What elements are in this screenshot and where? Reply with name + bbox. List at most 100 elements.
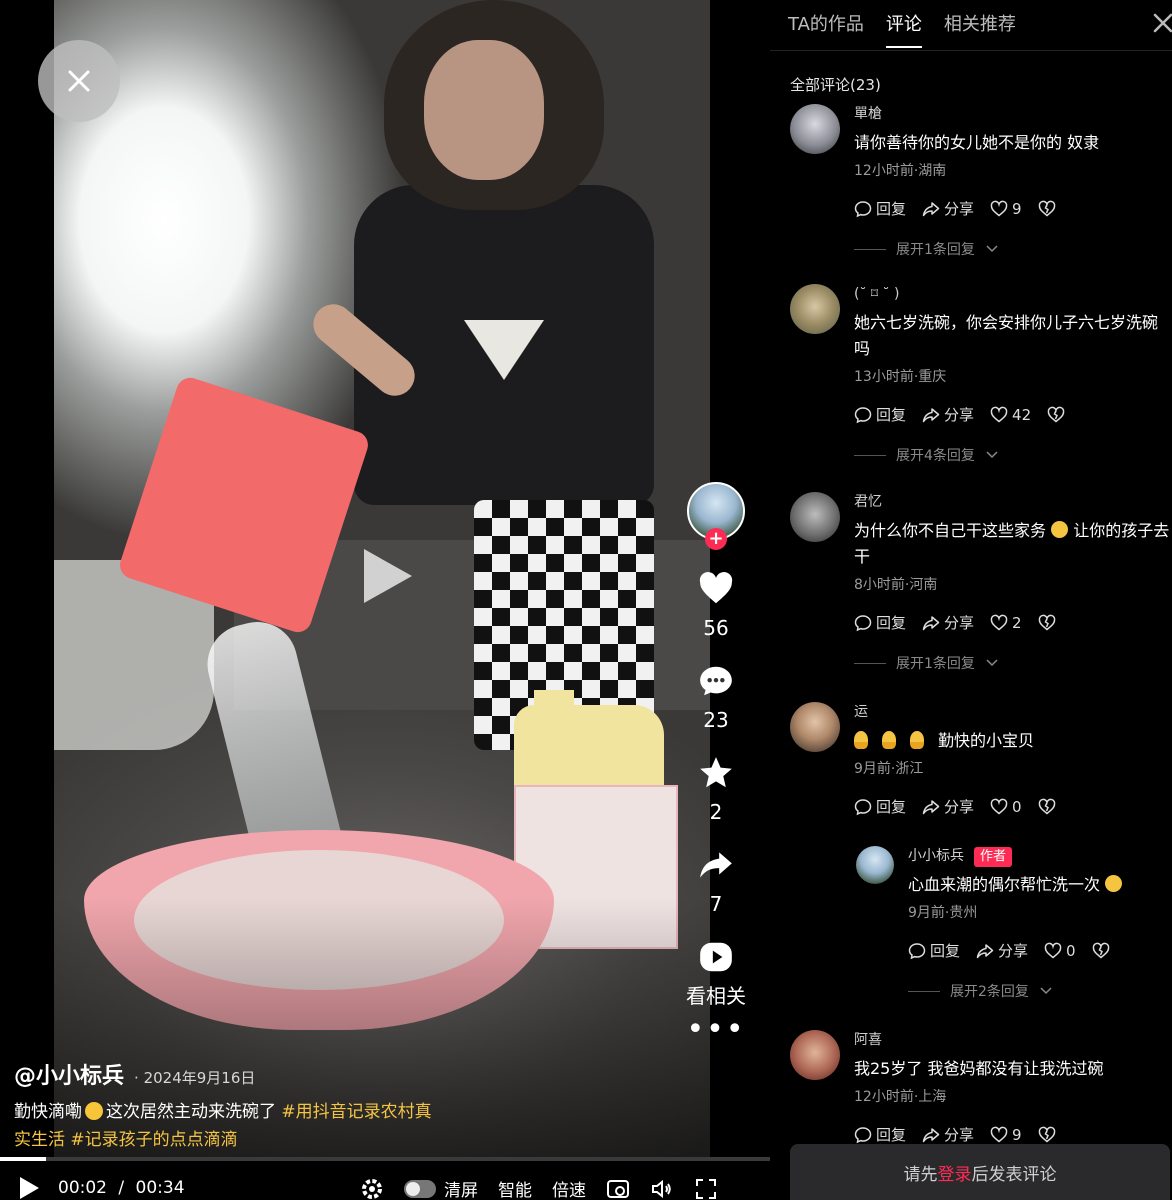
panel-tabs: TA的作品 评论 相关推荐 — [788, 10, 1016, 48]
share-button[interactable]: 分享 — [922, 796, 974, 817]
expand-replies-button[interactable]: 展开1条回复 — [854, 653, 1170, 673]
share-arrow-icon — [976, 943, 994, 958]
like-button[interactable]: 2 — [990, 614, 1022, 632]
favorite-count: 2 — [709, 800, 723, 824]
related-button[interactable]: 看相关 — [680, 938, 752, 1008]
reply-button[interactable]: 回复 — [908, 940, 960, 961]
comment-icon — [680, 662, 752, 700]
related-label: 看相关 — [686, 984, 746, 1008]
like-count: 56 — [703, 616, 729, 640]
like-button[interactable]: 9 — [990, 1126, 1022, 1144]
play-icon — [364, 549, 412, 603]
close-panel-button[interactable] — [1150, 10, 1172, 36]
speed-label: 倍速 — [552, 1181, 586, 1200]
share-button[interactable]: 分享 — [922, 612, 974, 633]
avatar[interactable] — [856, 846, 894, 884]
fullscreen-icon — [696, 1178, 716, 1199]
time-separator: / — [118, 1178, 125, 1198]
progress-bar[interactable] — [0, 1157, 770, 1161]
reply-button[interactable]: 回复 — [854, 612, 906, 633]
dislike-button[interactable] — [1047, 406, 1065, 424]
settings-button[interactable] — [360, 1177, 384, 1200]
tab-comments[interactable]: 评论 — [885, 10, 922, 48]
like-button[interactable]: 42 — [990, 406, 1031, 424]
share-arrow-icon — [922, 201, 940, 216]
reply-icon — [854, 406, 872, 423]
comment-button[interactable]: 23 — [680, 662, 752, 732]
follow-button[interactable]: + — [705, 528, 727, 550]
video-caption: @小小标兵 · 2024年9月16日 勤快滴嘞 这次居然主动来洗碗了 #用抖音记录… — [14, 1058, 444, 1154]
star-icon — [680, 754, 752, 792]
reply-button[interactable]: 回复 — [854, 1124, 906, 1145]
share-arrow-icon — [922, 799, 940, 814]
comment-author[interactable]: 阿喜 — [854, 1030, 1170, 1050]
broken-heart-icon — [1038, 798, 1055, 814]
login-link[interactable]: 登录 — [938, 1160, 972, 1185]
dislike-button[interactable] — [1038, 200, 1056, 218]
reply-button[interactable]: 回复 — [854, 198, 906, 219]
scene-face — [424, 40, 544, 180]
like-button[interactable]: 0 — [990, 798, 1022, 816]
avatar[interactable] — [790, 1030, 840, 1080]
like-button[interactable]: 0 — [1044, 942, 1076, 960]
avatar[interactable] — [790, 284, 840, 334]
volume-button[interactable] — [650, 1177, 674, 1200]
share-button[interactable]: 分享 — [922, 198, 974, 219]
expand-replies-button[interactable]: 展开4条回复 — [854, 445, 1170, 465]
smart-label: 智能 — [498, 1181, 532, 1200]
tab-works[interactable]: TA的作品 — [788, 10, 864, 48]
current-time: 00:02 — [58, 1178, 107, 1198]
close-video-button[interactable] — [38, 40, 120, 122]
share-button[interactable]: 分享 — [976, 940, 1028, 961]
comment-text: 勤快的小宝贝 — [854, 728, 1170, 754]
comment-author[interactable]: 君忆 — [854, 492, 1170, 512]
more-options-button[interactable]: ••• — [680, 1015, 752, 1045]
dislike-button[interactable] — [1038, 1126, 1056, 1144]
toggle-switch[interactable] — [404, 1179, 436, 1198]
comment-author[interactable]: (˘ ⌑ ˘ ) — [854, 284, 1170, 304]
dislike-button[interactable] — [1092, 942, 1110, 960]
reply-icon — [854, 614, 872, 631]
share-button[interactable]: 分享 — [922, 404, 974, 425]
avatar[interactable] — [790, 702, 840, 752]
close-icon — [68, 70, 90, 92]
play-button[interactable] — [360, 545, 416, 607]
reply-button[interactable]: 回复 — [854, 796, 906, 817]
clear-screen-toggle[interactable]: 清屏 — [404, 1176, 478, 1200]
share-arrow-icon — [680, 846, 752, 884]
like-button[interactable]: 56 — [680, 570, 752, 640]
favorite-button[interactable]: 2 — [680, 754, 752, 824]
share-button[interactable]: 7 — [680, 846, 752, 916]
video-player[interactable]: + 56 23 2 7 看相关 ••• @小小标兵 · 2024年9月16日 勤… — [0, 0, 770, 1200]
author-name[interactable]: @小小标兵 — [14, 1058, 124, 1090]
reply-icon — [854, 1126, 872, 1143]
comment-meta: 12小时前·湖南 — [854, 163, 947, 179]
speed-button[interactable]: 倍速 — [552, 1176, 586, 1200]
gear-icon — [362, 1178, 382, 1199]
play-pause-button[interactable] — [18, 1176, 40, 1200]
smart-button[interactable]: 智能 — [498, 1176, 532, 1200]
chevron-down-icon — [1040, 987, 1052, 995]
avatar[interactable] — [790, 492, 840, 542]
comment-author[interactable]: 运 — [854, 702, 1170, 722]
avatar[interactable] — [790, 104, 840, 154]
like-button[interactable]: 9 — [990, 200, 1022, 218]
expand-replies-button[interactable]: 展开1条回复 — [854, 239, 1170, 259]
expand-replies-button[interactable]: 展开2条回复 — [908, 981, 1170, 1001]
author-avatar[interactable]: + — [687, 482, 745, 550]
comment-author[interactable]: 單槍 — [854, 104, 1170, 124]
dislike-button[interactable] — [1038, 614, 1056, 632]
scene-shirt-logo — [464, 320, 544, 380]
share-button[interactable]: 分享 — [922, 1124, 974, 1145]
dislike-button[interactable] — [1038, 798, 1056, 816]
login-to-comment-bar[interactable]: 请先 登录 后发表评论 — [790, 1144, 1170, 1200]
pip-button[interactable] — [606, 1177, 630, 1200]
broken-heart-icon — [1092, 942, 1109, 958]
tab-recommend[interactable]: 相关推荐 — [944, 10, 1016, 48]
fullscreen-button[interactable] — [694, 1177, 718, 1200]
comment-meta: 8小时前·河南 — [854, 577, 938, 593]
reply-button[interactable]: 回复 — [854, 404, 906, 425]
close-icon — [1153, 13, 1172, 33]
hashtag-link[interactable]: #记录孩子的点点滴滴 — [70, 1130, 237, 1150]
desc-text-2: 这次居然主动来洗碗了 — [106, 1102, 276, 1122]
